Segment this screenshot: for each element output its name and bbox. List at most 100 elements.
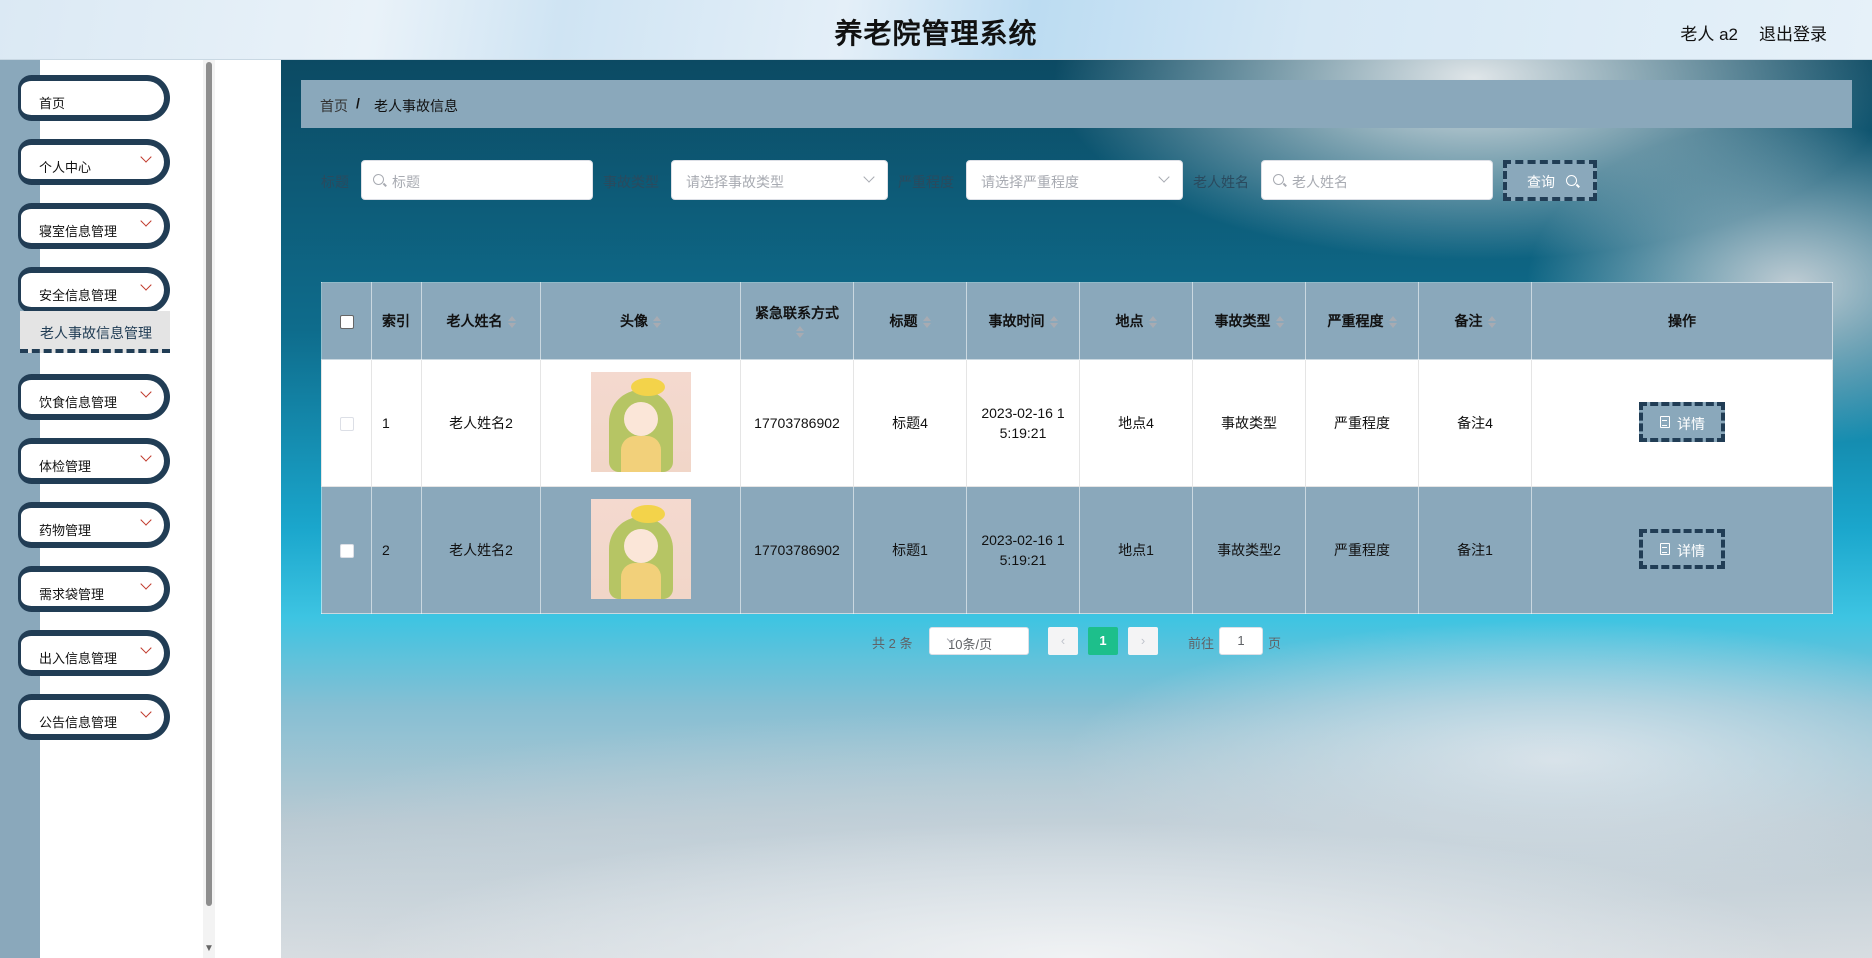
- sort-icon[interactable]: [1148, 316, 1157, 329]
- sidebar-subitem-accident-info[interactable]: 老人事故信息管理: [20, 311, 170, 353]
- sidebar-scrollbar[interactable]: ▼: [203, 60, 215, 958]
- row-checkbox[interactable]: [339, 417, 354, 432]
- row-checkbox[interactable]: [339, 544, 354, 559]
- chevron-down-icon: [140, 642, 152, 654]
- cell-note: 备注4: [1418, 359, 1532, 487]
- avatar[interactable]: [590, 498, 691, 599]
- cell-actions: 详情: [1531, 486, 1833, 614]
- sort-icon[interactable]: [1049, 316, 1058, 329]
- sidebar-item-safety[interactable]: 安全信息管理: [18, 267, 170, 313]
- select-all-checkbox[interactable]: [339, 315, 354, 330]
- page-size-value: 10条/页: [948, 637, 993, 652]
- breadcrumb-home[interactable]: 首页: [320, 96, 348, 116]
- accident-type-select[interactable]: 请选择事故类型: [671, 160, 888, 200]
- select-placeholder: 请选择事故类型: [686, 174, 784, 190]
- column-header-type[interactable]: 事故类型: [1192, 282, 1306, 360]
- document-icon: [1660, 415, 1670, 428]
- column-header-time[interactable]: 事故时间: [966, 282, 1080, 360]
- sidebar-subitem-label: 老人事故信息管理: [40, 325, 152, 341]
- page-size-select[interactable]: 10条/页: [929, 627, 1029, 655]
- elder-name-search-input[interactable]: 老人姓名: [1261, 160, 1493, 200]
- sort-icon[interactable]: [922, 316, 931, 329]
- column-header-title[interactable]: 标题: [853, 282, 967, 360]
- sidebar-item-medicine[interactable]: 药物管理: [18, 502, 170, 548]
- breadcrumb-current: 老人事故信息: [374, 98, 458, 114]
- sort-icon[interactable]: [653, 316, 661, 329]
- search-icon: [373, 174, 384, 185]
- filter-label-title: 标题: [321, 174, 349, 190]
- sidebar-item-label: 出入信息管理: [39, 651, 118, 666]
- sort-icon[interactable]: [1388, 316, 1397, 329]
- sort-icon[interactable]: [1487, 316, 1496, 329]
- chevron-down-icon: [140, 450, 152, 462]
- time-line-1: 2023-02-16 1: [981, 532, 1065, 548]
- time-line-1: 2023-02-16 1: [981, 405, 1065, 421]
- accident-table: 索引 老人姓名 头像 紧急联系方式 标题 事故时间 地点 事故类型 严重程度 备…: [321, 282, 1833, 614]
- cell-severity: 严重程度: [1305, 359, 1419, 487]
- sidebar-item-dormitory[interactable]: 寝室信息管理: [18, 203, 170, 249]
- cell-index: 2: [371, 486, 422, 614]
- scroll-down-arrow-icon[interactable]: ▼: [204, 943, 214, 954]
- detail-button-label: 详情: [1677, 415, 1705, 432]
- sidebar-item-diet[interactable]: 饮食信息管理: [18, 374, 170, 420]
- sidebar-item-label: 饮食信息管理: [39, 395, 118, 410]
- next-page-button[interactable]: ›: [1128, 627, 1158, 655]
- cell-place: 地点1: [1079, 486, 1193, 614]
- column-header-name[interactable]: 老人姓名: [421, 282, 541, 360]
- title-search-input[interactable]: 标题: [361, 160, 593, 200]
- cell-actions: 详情: [1531, 359, 1833, 487]
- table-header-row: 索引 老人姓名 头像 紧急联系方式 标题 事故时间 地点 事故类型 严重程度 备…: [321, 282, 1833, 360]
- column-header-note[interactable]: 备注: [1418, 282, 1532, 360]
- sidebar-item-needs[interactable]: 需求袋管理: [18, 566, 170, 612]
- logout-link[interactable]: 退出登录: [1759, 20, 1827, 45]
- sidebar-item-label: 药物管理: [39, 523, 92, 538]
- column-header-phone[interactable]: 紧急联系方式: [740, 282, 854, 360]
- top-header: 养老院管理系统 老人 a2 退出登录: [0, 0, 1872, 60]
- search-icon: [1273, 174, 1284, 185]
- column-header-place[interactable]: 地点: [1079, 282, 1193, 360]
- sort-icon[interactable]: [507, 316, 516, 329]
- detail-button[interactable]: 详情: [1639, 528, 1725, 569]
- cell-phone: 17703786902: [740, 486, 854, 614]
- query-button[interactable]: 查询: [1503, 160, 1597, 201]
- column-header-avatar[interactable]: 头像: [540, 282, 741, 360]
- goto-page-input[interactable]: 1: [1219, 627, 1263, 655]
- severity-select[interactable]: 请选择严重程度: [966, 160, 1183, 200]
- sidebar-item-label: 个人中心: [39, 160, 92, 175]
- goto-label: 前往: [1188, 636, 1215, 651]
- goto-unit: 页: [1268, 636, 1282, 651]
- filter-label-type: 事故类型: [603, 174, 659, 190]
- select-placeholder: 请选择严重程度: [981, 174, 1079, 190]
- sort-icon[interactable]: [1275, 316, 1284, 329]
- search-icon: [1566, 175, 1577, 186]
- sidebar-item-home[interactable]: 首页: [18, 75, 170, 121]
- query-button-label: 查询: [1527, 174, 1555, 190]
- cell-time: 2023-02-16 1 5:19:21: [966, 359, 1080, 487]
- cell-place: 地点4: [1079, 359, 1193, 487]
- row-select-cell: [321, 359, 372, 487]
- sidebar-item-access[interactable]: 出入信息管理: [18, 630, 170, 676]
- pagination-total: 共 2 条: [872, 636, 913, 651]
- avatar[interactable]: [590, 371, 691, 472]
- time-line-2: 5:19:21: [999, 425, 1047, 441]
- app-title: 养老院管理系统: [834, 18, 1038, 49]
- cell-avatar: [540, 486, 741, 614]
- prev-page-button[interactable]: ‹: [1048, 627, 1078, 655]
- detail-button[interactable]: 详情: [1639, 401, 1725, 442]
- column-header-severity[interactable]: 严重程度: [1305, 282, 1419, 360]
- sidebar-item-personal-center[interactable]: 个人中心: [18, 139, 170, 185]
- chevron-down-icon: [140, 279, 152, 291]
- column-header-index: 索引: [371, 282, 422, 360]
- input-placeholder: 标题: [392, 174, 420, 190]
- sidebar-item-notice[interactable]: 公告信息管理: [18, 694, 170, 740]
- sort-icon[interactable]: [795, 326, 804, 339]
- filter-label-name: 老人姓名: [1193, 174, 1249, 190]
- detail-button-label: 详情: [1677, 542, 1705, 559]
- cell-type: 事故类型: [1192, 359, 1306, 487]
- sidebar-item-label: 首页: [39, 96, 66, 111]
- sidebar-item-checkup[interactable]: 体检管理: [18, 438, 170, 484]
- scrollbar-thumb[interactable]: [206, 62, 212, 906]
- breadcrumb-separator: /: [356, 95, 360, 111]
- sidebar-item-label: 公告信息管理: [39, 715, 118, 730]
- page-number-1[interactable]: 1: [1088, 627, 1118, 655]
